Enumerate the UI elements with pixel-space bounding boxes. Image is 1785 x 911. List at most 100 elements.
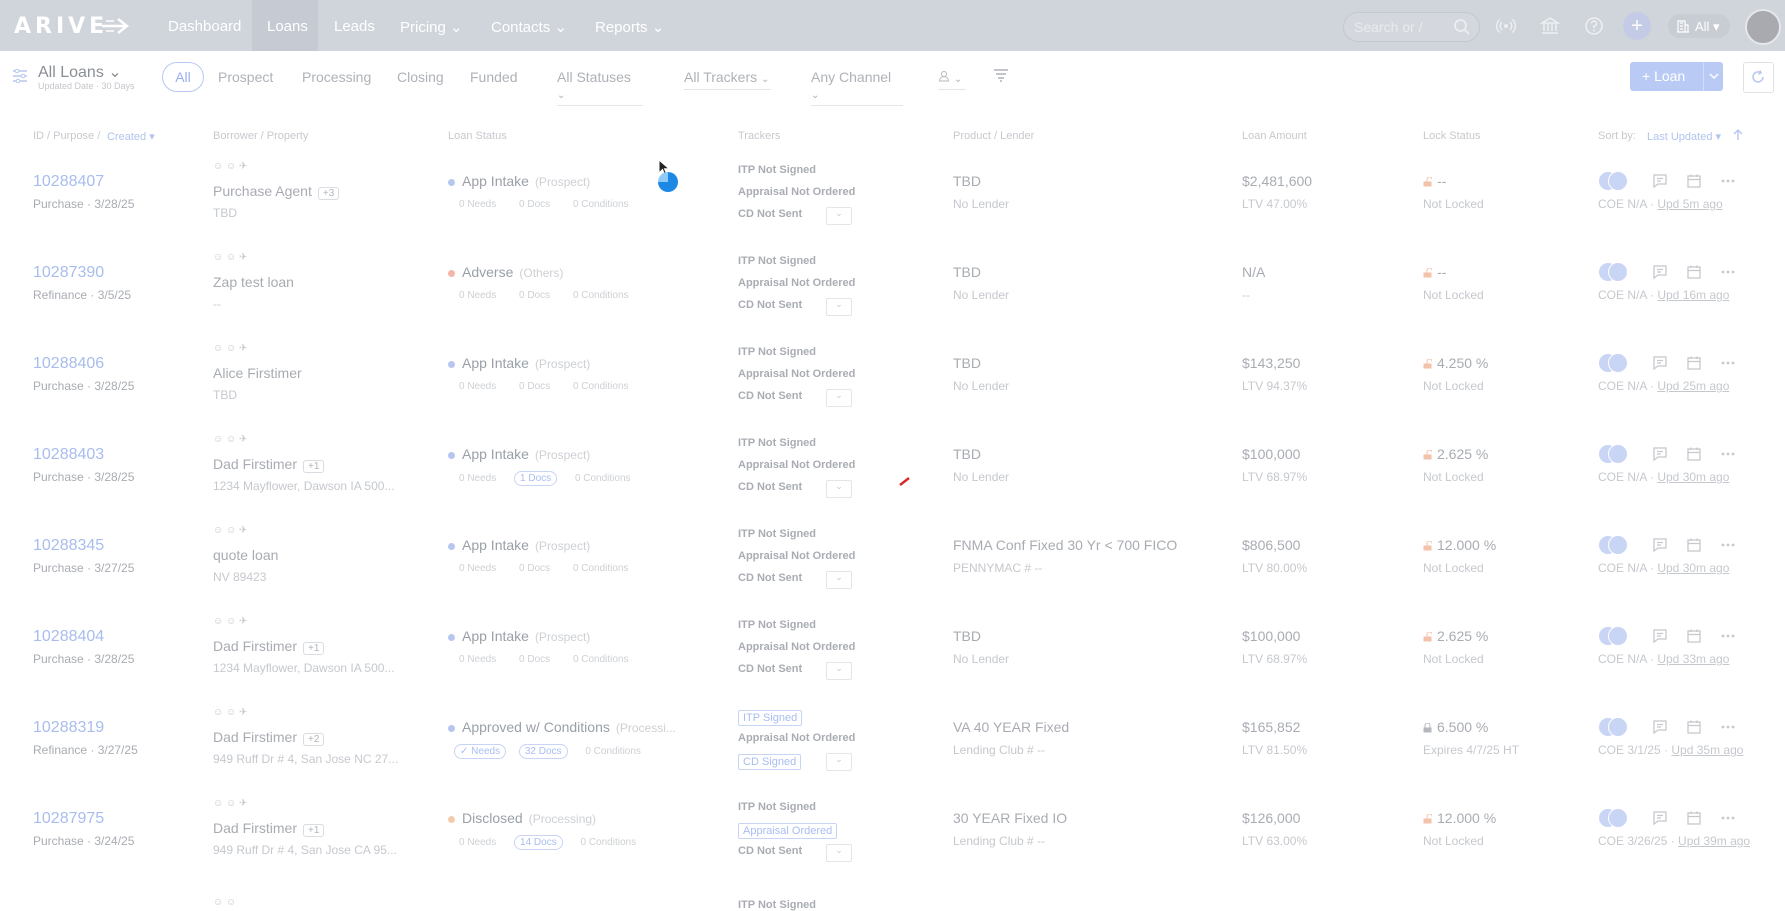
loan-id-link[interactable]: 10288407 bbox=[33, 173, 104, 191]
docs-count[interactable]: 0 Docs bbox=[514, 289, 555, 302]
docs-count[interactable]: 1 Docs bbox=[514, 471, 558, 486]
calendar-icon[interactable] bbox=[1686, 355, 1702, 371]
channel-filter-dropdown[interactable]: Any Channel ⌄ bbox=[811, 69, 903, 106]
tracker-itp[interactable]: ITP Not Signed bbox=[738, 899, 816, 911]
chat-icon[interactable] bbox=[1652, 537, 1668, 553]
more-options-icon[interactable] bbox=[1720, 173, 1736, 189]
calendar-icon[interactable] bbox=[1686, 628, 1702, 644]
chat-icon[interactable] bbox=[1652, 446, 1668, 462]
lock-rate[interactable]: 12.000 % bbox=[1437, 810, 1496, 826]
loan-status[interactable]: App Intake (Prospect) bbox=[462, 173, 590, 189]
docs-count[interactable]: 32 Docs bbox=[518, 744, 568, 759]
co-borrower-count-badge[interactable]: +3 bbox=[317, 187, 340, 200]
tracker-cd[interactable]: CD Not Sent bbox=[738, 299, 802, 311]
search-input[interactable]: Search or / bbox=[1343, 12, 1480, 42]
last-updated-link[interactable]: Upd 39m ago bbox=[1678, 834, 1750, 848]
lock-rate[interactable]: 12.000 % bbox=[1437, 537, 1496, 553]
co-borrower-count-badge[interactable]: +1 bbox=[303, 642, 325, 655]
borrower-name[interactable]: quote loan bbox=[213, 547, 278, 563]
chat-icon[interactable] bbox=[1652, 173, 1668, 189]
tracker-cd[interactable]: CD Not Sent bbox=[738, 208, 802, 220]
company-selector[interactable]: All ▾ bbox=[1668, 14, 1730, 38]
lock-rate[interactable]: -- bbox=[1437, 173, 1446, 189]
help-icon[interactable] bbox=[1584, 16, 1604, 36]
table-row[interactable]: 10288404 Purchase · 3/28/25 ☺ ☺ ✈ Dad Fi… bbox=[0, 616, 1785, 707]
docs-count[interactable]: 0 Docs bbox=[514, 198, 555, 211]
tracker-itp[interactable]: ITP Not Signed bbox=[738, 619, 816, 631]
loan-status[interactable]: App Intake (Prospect) bbox=[462, 446, 590, 462]
table-row[interactable]: 10287975 Purchase · 3/24/25 ☺ ☺ ✈ Dad Fi… bbox=[0, 798, 1785, 889]
table-row[interactable]: 10288403 Purchase · 3/28/25 ☺ ☺ ✈ Dad Fi… bbox=[0, 434, 1785, 525]
docs-count[interactable]: 0 Docs bbox=[514, 562, 555, 575]
chat-icon[interactable] bbox=[1652, 810, 1668, 826]
conditions-count[interactable]: 0 Conditions bbox=[568, 289, 634, 302]
table-row[interactable]: 10287390 Refinance · 3/5/25 ☺ ☺ ✈ Zap te… bbox=[0, 252, 1785, 343]
nav-contacts[interactable]: Contacts ⌄ bbox=[491, 18, 567, 36]
new-loan-options-button[interactable] bbox=[1703, 62, 1724, 91]
loan-product[interactable]: TBD bbox=[953, 355, 981, 371]
chat-icon[interactable] bbox=[1652, 628, 1668, 644]
loan-id-link[interactable]: 10288319 bbox=[33, 719, 104, 737]
chat-icon[interactable] bbox=[1652, 355, 1668, 371]
tab-prospect[interactable]: Prospect bbox=[218, 69, 273, 85]
loan-product[interactable]: FNMA Conf Fixed 30 Yr < 700 FICO bbox=[953, 537, 1177, 553]
nav-pricing[interactable]: Pricing ⌄ bbox=[400, 18, 463, 36]
more-options-icon[interactable] bbox=[1720, 719, 1736, 735]
trackers-expand-button[interactable]: ⌄ bbox=[826, 662, 852, 680]
loan-product[interactable]: TBD bbox=[953, 628, 981, 644]
calendar-icon[interactable] bbox=[1686, 446, 1702, 462]
calendar-icon[interactable] bbox=[1686, 719, 1702, 735]
tracker-appraisal[interactable]: Appraisal Not Ordered bbox=[738, 732, 855, 744]
trackers-expand-button[interactable]: ⌄ bbox=[826, 844, 852, 862]
chat-icon[interactable] bbox=[1652, 719, 1668, 735]
nav-reports[interactable]: Reports ⌄ bbox=[595, 18, 664, 36]
trackers-expand-button[interactable]: ⌄ bbox=[826, 298, 852, 316]
docs-count[interactable]: 0 Docs bbox=[514, 653, 555, 666]
docs-count[interactable]: 14 Docs bbox=[514, 835, 563, 850]
more-options-icon[interactable] bbox=[1720, 446, 1736, 462]
nav-loans[interactable]: Loans bbox=[267, 18, 308, 35]
arive-logo[interactable]: ARIVE bbox=[14, 14, 108, 39]
calendar-icon[interactable] bbox=[1686, 264, 1702, 280]
last-updated-link[interactable]: Upd 25m ago bbox=[1657, 379, 1729, 393]
tracker-appraisal[interactable]: Appraisal Not Ordered bbox=[738, 550, 855, 562]
loan-id-link[interactable]: 10287390 bbox=[33, 264, 104, 282]
last-updated-link[interactable]: Upd 30m ago bbox=[1657, 470, 1729, 484]
more-options-icon[interactable] bbox=[1720, 355, 1736, 371]
tracker-appraisal[interactable]: Appraisal Ordered bbox=[738, 823, 838, 839]
trackers-expand-button[interactable]: ⌄ bbox=[826, 480, 852, 498]
co-borrower-count-badge[interactable]: +1 bbox=[303, 460, 325, 473]
trackers-expand-button[interactable]: ⌄ bbox=[826, 753, 852, 771]
borrower-name[interactable]: Zap test loan bbox=[213, 274, 294, 290]
conditions-count[interactable]: 0 Conditions bbox=[568, 380, 634, 393]
lock-rate[interactable]: -- bbox=[1437, 264, 1446, 280]
conditions-count[interactable]: 0 Conditions bbox=[568, 562, 634, 575]
loan-product[interactable]: TBD bbox=[953, 264, 981, 280]
trackers-expand-button[interactable]: ⌄ bbox=[826, 207, 852, 225]
last-updated-link[interactable]: Upd 35m ago bbox=[1671, 743, 1743, 757]
tracker-itp[interactable]: ITP Not Signed bbox=[738, 801, 816, 813]
co-borrower-count-badge[interactable]: +2 bbox=[303, 733, 325, 746]
tracker-cd[interactable]: CD Not Sent bbox=[738, 845, 802, 857]
tracker-appraisal[interactable]: Appraisal Not Ordered bbox=[738, 641, 855, 653]
loan-product[interactable]: TBD bbox=[953, 446, 981, 462]
tracker-itp[interactable]: ITP Not Signed bbox=[738, 346, 816, 358]
tab-all[interactable]: All bbox=[162, 62, 204, 92]
broadcast-icon[interactable] bbox=[1496, 16, 1516, 36]
table-row[interactable]: 10288406 Purchase · 3/28/25 ☺ ☺ ✈ Alice … bbox=[0, 343, 1785, 434]
col-created-sort[interactable]: Created ▾ bbox=[107, 130, 155, 143]
tab-processing[interactable]: Processing bbox=[302, 69, 371, 85]
conditions-count[interactable]: 0 Conditions bbox=[580, 745, 646, 758]
loan-id-link[interactable]: 10288404 bbox=[33, 628, 104, 646]
last-updated-link[interactable]: Upd 5m ago bbox=[1657, 197, 1722, 211]
loan-product[interactable]: 30 YEAR Fixed IO bbox=[953, 810, 1067, 826]
refresh-button[interactable] bbox=[1743, 62, 1774, 93]
tracker-itp[interactable]: ITP Signed bbox=[738, 710, 803, 726]
table-row[interactable]: 10288407 Purchase · 3/28/25 ☺ ☺ ✈ Purcha… bbox=[0, 161, 1785, 252]
tracker-appraisal[interactable]: Appraisal Not Ordered bbox=[738, 186, 855, 198]
loan-status[interactable]: App Intake (Prospect) bbox=[462, 628, 590, 644]
borrower-name[interactable]: Purchase Agent +3 bbox=[213, 183, 340, 200]
user-avatar[interactable] bbox=[1745, 9, 1781, 45]
tracker-appraisal[interactable]: Appraisal Not Ordered bbox=[738, 277, 855, 289]
tracker-appraisal[interactable]: Appraisal Not Ordered bbox=[738, 368, 855, 380]
